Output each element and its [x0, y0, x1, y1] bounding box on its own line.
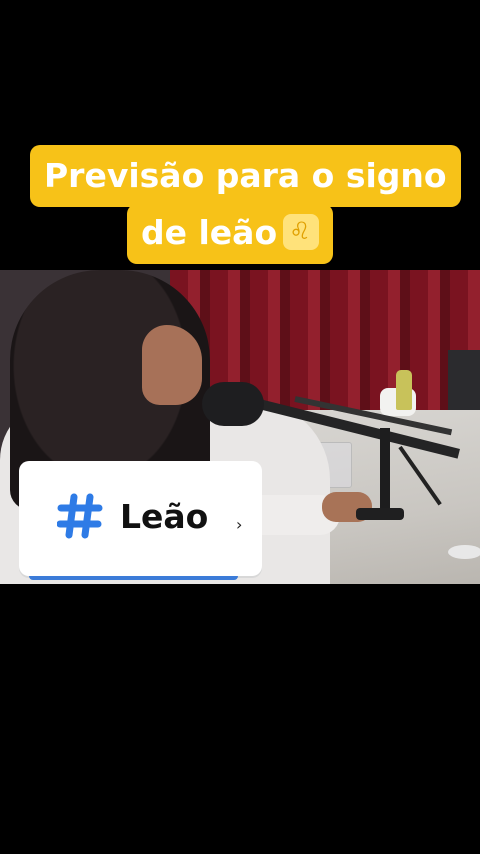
hashtag-sticker[interactable]: Leão › [19, 461, 262, 580]
caption-line-1: Previsão para o signo [30, 145, 461, 207]
caption-line-2-text: de leão [141, 213, 278, 252]
leo-zodiac-glyph: ♌ [289, 216, 311, 245]
video-caption: Previsão para o signo de leão ♌ [0, 0, 480, 270]
mic-stand-base [356, 508, 404, 520]
microphone-head [202, 382, 264, 426]
hashtag-label: Leão [120, 497, 209, 536]
bottle [396, 370, 412, 410]
chevron-right-icon: › [236, 515, 243, 534]
caption-line-2: de leão ♌ [127, 204, 334, 264]
hashtag-icon [57, 493, 103, 539]
leo-zodiac-icon: ♌ [283, 213, 320, 250]
coaster [448, 545, 480, 559]
woman-face [142, 325, 202, 405]
mic-stand [380, 428, 390, 514]
